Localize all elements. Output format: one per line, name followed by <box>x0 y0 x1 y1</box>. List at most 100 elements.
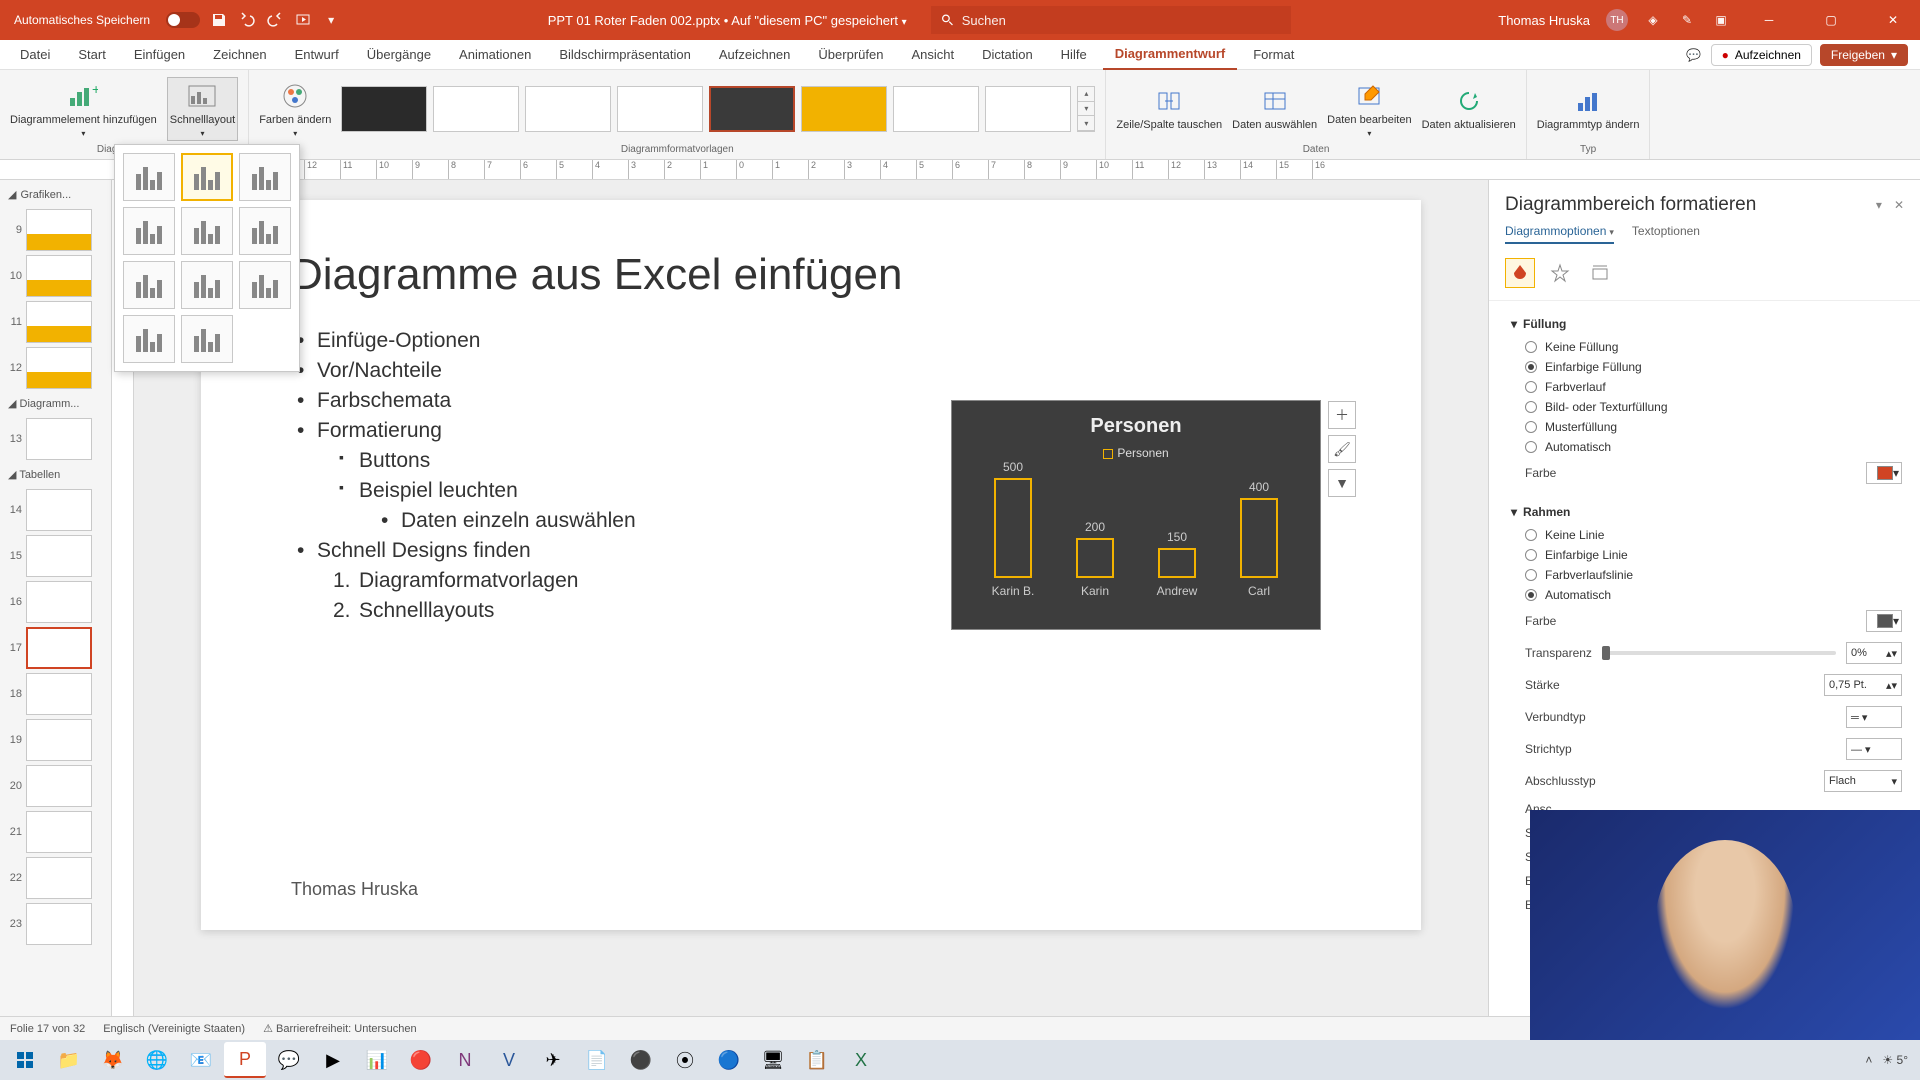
fill-line-icon[interactable] <box>1505 258 1535 288</box>
fill-radio-4[interactable] <box>1525 421 1537 433</box>
quick-layout-option-7[interactable] <box>123 261 175 309</box>
change-colors-button[interactable]: Farben ändern▾ <box>259 80 331 139</box>
fill-radio-2[interactable] <box>1525 381 1537 393</box>
style-thumb-5[interactable] <box>709 86 795 132</box>
quick-layout-option-3[interactable] <box>239 153 291 201</box>
slide-title[interactable]: Diagramme aus Excel einfügen <box>291 250 1331 300</box>
app-icon[interactable]: 🖥 <box>752 1042 794 1078</box>
app-icon[interactable]: 📄 <box>576 1042 618 1078</box>
style-thumb-4[interactable] <box>617 86 703 132</box>
slide-thumbnail-19[interactable] <box>26 719 92 761</box>
quick-layout-option-9[interactable] <box>239 261 291 309</box>
slide-thumbnail-15[interactable] <box>26 535 92 577</box>
border-radio-2[interactable] <box>1525 569 1537 581</box>
chart-legend[interactable]: Personen <box>966 446 1306 460</box>
tab-format[interactable]: Format <box>1241 40 1306 70</box>
slide-canvas[interactable]: Diagramme aus Excel einfügen Einfüge-Opt… <box>201 200 1421 930</box>
style-thumb-6[interactable] <box>801 86 887 132</box>
user-name[interactable]: Thomas Hruska <box>1498 13 1590 28</box>
slide-thumbnail-11[interactable] <box>26 301 92 343</box>
transparency-slider[interactable] <box>1602 651 1836 655</box>
transparency-input[interactable]: 0%▴▾ <box>1846 642 1902 664</box>
fill-radio-3[interactable] <box>1525 401 1537 413</box>
window-icon[interactable]: ▣ <box>1712 11 1730 29</box>
quick-layout-option-2[interactable] <box>181 153 233 201</box>
slide-thumbnail-16[interactable] <box>26 581 92 623</box>
switch-row-col-button[interactable]: Zeile/Spalte tauschen <box>1116 85 1222 132</box>
refresh-data-button[interactable]: Daten aktualisieren <box>1422 85 1516 132</box>
firefox-icon[interactable]: 🦊 <box>92 1042 134 1078</box>
visio-icon[interactable]: V <box>488 1042 530 1078</box>
select-data-button[interactable]: Daten auswählen <box>1232 85 1317 132</box>
save-icon[interactable] <box>210 11 228 29</box>
outlook-icon[interactable]: 📧 <box>180 1042 222 1078</box>
tab-aufzeichnen[interactable]: Aufzeichnen <box>707 40 803 70</box>
qat-more-icon[interactable]: ▾ <box>322 11 340 29</box>
effects-icon[interactable] <box>1545 258 1575 288</box>
telegram-icon[interactable]: ✈ <box>532 1042 574 1078</box>
slide-thumbnails-panel[interactable]: ◢ Grafiken... 9101112◢ Diagramm...13◢ Ta… <box>0 180 112 1016</box>
add-chart-element-button[interactable]: +Diagrammelement hinzufügen▾ <box>10 80 157 139</box>
width-input[interactable]: 0,75 Pt.▴▾ <box>1824 674 1902 696</box>
search-input[interactable] <box>962 13 1281 28</box>
fill-radio-0[interactable] <box>1525 341 1537 353</box>
slideshow-icon[interactable] <box>294 11 312 29</box>
tab-bildschirmpräsentation[interactable]: Bildschirmpräsentation <box>547 40 703 70</box>
slide-thumbnail-9[interactable] <box>26 209 92 251</box>
border-radio-1[interactable] <box>1525 549 1537 561</box>
edit-data-button[interactable]: Daten bearbeiten▾ <box>1327 80 1411 139</box>
tab-dictation[interactable]: Dictation <box>970 40 1045 70</box>
app-icon[interactable]: 🔵 <box>708 1042 750 1078</box>
style-thumb-3[interactable] <box>525 86 611 132</box>
chart-plot-area[interactable]: 500Karin B.200Karin150Andrew400Carl <box>966 468 1306 598</box>
chart-styles-button[interactable]: 🖌 <box>1328 435 1356 463</box>
share-button[interactable]: Freigeben ▾ <box>1820 44 1908 66</box>
diamond-icon[interactable]: ◈ <box>1644 11 1662 29</box>
size-props-icon[interactable] <box>1585 258 1615 288</box>
dash-select[interactable]: — ▾ <box>1846 738 1902 760</box>
minimize-button[interactable]: ─ <box>1746 0 1792 40</box>
app-icon[interactable]: 📋 <box>796 1042 838 1078</box>
app-icon[interactable]: 📊 <box>356 1042 398 1078</box>
accessibility-status[interactable]: ⚠ Barrierefreiheit: Untersuchen <box>263 1022 417 1035</box>
tab-start[interactable]: Start <box>66 40 117 70</box>
cap-select[interactable]: Flach ▾ <box>1824 770 1902 792</box>
slide-thumbnail-14[interactable] <box>26 489 92 531</box>
app-icon[interactable]: ⦿ <box>664 1042 706 1078</box>
chrome-icon[interactable]: 🌐 <box>136 1042 178 1078</box>
slide-thumbnail-23[interactable] <box>26 903 92 945</box>
vlc-icon[interactable]: ▶ <box>312 1042 354 1078</box>
quick-layout-option-4[interactable] <box>123 207 175 255</box>
quick-layout-option-1[interactable] <box>123 153 175 201</box>
quick-layout-button[interactable]: Schnelllayout▾ <box>167 77 238 142</box>
slide-thumbnail-12[interactable] <box>26 347 92 389</box>
slide-thumbnail-18[interactable] <box>26 673 92 715</box>
pane-options-icon[interactable]: ▾ <box>1876 198 1882 212</box>
change-chart-type-button[interactable]: Diagrammtyp ändern <box>1537 85 1640 132</box>
language-status[interactable]: Englisch (Vereinigte Staaten) <box>103 1023 245 1035</box>
slide-thumbnail-17[interactable] <box>26 627 92 669</box>
border-radio-0[interactable] <box>1525 529 1537 541</box>
fill-color-picker[interactable]: ▾ <box>1866 462 1902 484</box>
slide-thumbnail-13[interactable] <box>26 418 92 460</box>
app-icon[interactable]: 🔴 <box>400 1042 442 1078</box>
style-thumb-2[interactable] <box>433 86 519 132</box>
search-box[interactable] <box>931 6 1291 34</box>
maximize-button[interactable]: ▢ <box>1808 0 1854 40</box>
border-group-header[interactable]: ▾ Rahmen <box>1511 499 1902 525</box>
tab-zeichnen[interactable]: Zeichnen <box>201 40 278 70</box>
slide-thumbnail-22[interactable] <box>26 857 92 899</box>
user-avatar[interactable]: TH <box>1606 9 1628 31</box>
app-icon[interactable]: 💬 <box>268 1042 310 1078</box>
start-button[interactable] <box>4 1042 46 1078</box>
tray-chevron-icon[interactable]: ˄ <box>1865 1053 1872 1067</box>
pen-icon[interactable]: ✎ <box>1678 11 1696 29</box>
embedded-chart[interactable]: Personen Personen 500Karin B.200Karin150… <box>951 400 1321 630</box>
tab-übergänge[interactable]: Übergänge <box>355 40 443 70</box>
border-color-picker[interactable]: ▾ <box>1866 610 1902 632</box>
section-header[interactable]: ◢ Grafiken... <box>6 184 105 205</box>
redo-icon[interactable] <box>266 11 284 29</box>
text-options-tab[interactable]: Textoptionen <box>1632 224 1700 244</box>
weather-widget[interactable]: ☀ 5° <box>1882 1053 1908 1067</box>
style-thumb-1[interactable] <box>341 86 427 132</box>
